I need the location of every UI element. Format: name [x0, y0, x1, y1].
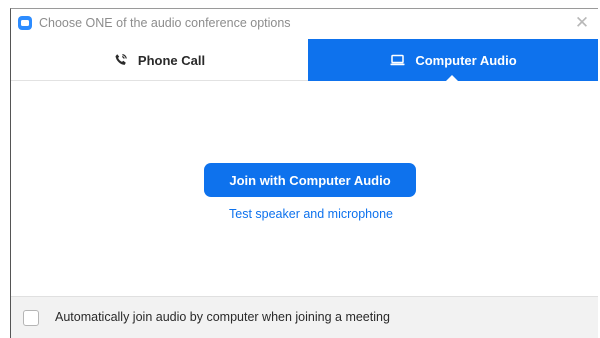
- title-bar: Choose ONE of the audio conference optio…: [11, 9, 598, 39]
- audio-conference-dialog: Choose ONE of the audio conference optio…: [10, 8, 598, 338]
- computer-audio-panel: Join with Computer Audio Test speaker an…: [11, 81, 598, 296]
- test-speaker-microphone-link[interactable]: Test speaker and microphone: [211, 207, 411, 221]
- auto-join-audio-checkbox[interactable]: [23, 310, 39, 326]
- window-title: Choose ONE of the audio conference optio…: [39, 16, 291, 30]
- tab-phone-call[interactable]: Phone Call: [11, 39, 308, 81]
- tab-computer-audio[interactable]: Computer Audio: [308, 39, 598, 82]
- computer-icon: [390, 54, 405, 66]
- dialog-footer: Automatically join audio by computer whe…: [11, 296, 598, 338]
- tab-computer-audio-label: Computer Audio: [415, 52, 517, 68]
- tab-phone-call-label: Phone Call: [137, 52, 206, 68]
- close-button[interactable]: ✕: [572, 13, 592, 33]
- auto-join-audio-label[interactable]: Automatically join audio by computer whe…: [55, 310, 390, 324]
- zoom-app-icon: [18, 16, 32, 30]
- join-with-computer-audio-button[interactable]: Join with Computer Audio: [204, 163, 416, 197]
- phone-icon: [114, 53, 128, 67]
- audio-option-tabs: Phone Call Computer Audio: [11, 39, 598, 82]
